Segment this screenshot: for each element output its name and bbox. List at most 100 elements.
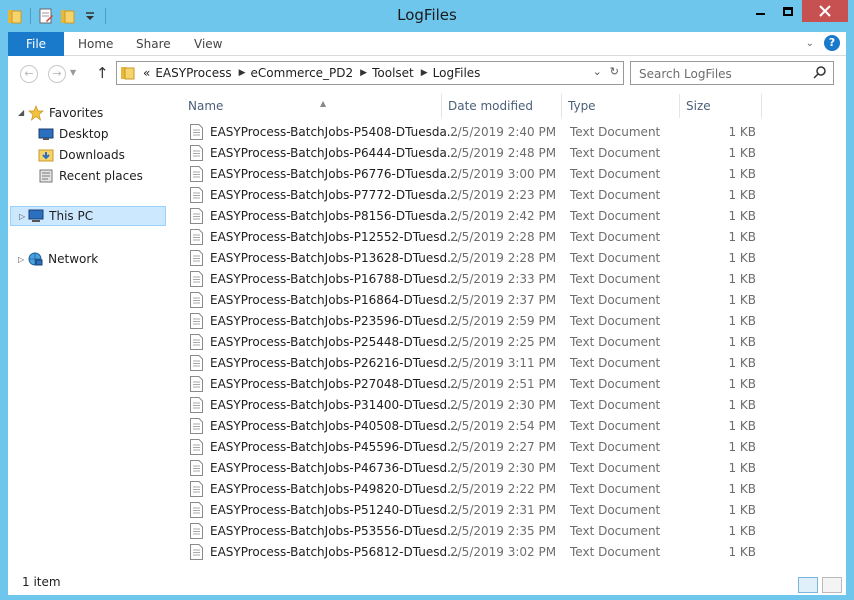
file-date-modified: 2/5/2019 2:48 PM [450, 146, 557, 160]
breadcrumb-chevron-icon[interactable]: ▶ [360, 68, 367, 78]
file-type: Text Document [570, 356, 661, 370]
maximize-button[interactable] [774, 0, 802, 22]
file-name: EASYProcess-BatchJobs-P25448-DTuesd... [210, 335, 459, 349]
address-dropdown-icon[interactable]: ⌄ [593, 65, 602, 78]
file-name: EASYProcess-BatchJobs-P6444-DTuesda... [210, 146, 459, 160]
file-row[interactable]: EASYProcess-BatchJobs-P16864-DTuesd... 2… [184, 290, 784, 311]
file-row[interactable]: EASYProcess-BatchJobs-P12552-DTuesd... 2… [184, 227, 784, 248]
file-type: Text Document [570, 230, 661, 244]
file-name: EASYProcess-BatchJobs-P31400-DTuesd... [210, 398, 459, 412]
file-row[interactable]: EASYProcess-BatchJobs-P7772-DTuesda... 2… [184, 185, 784, 206]
file-row[interactable]: EASYProcess-BatchJobs-P31400-DTuesd... 2… [184, 395, 784, 416]
file-date-modified: 2/5/2019 2:31 PM [450, 503, 557, 517]
close-button[interactable] [802, 0, 848, 22]
file-row[interactable]: EASYProcess-BatchJobs-P26216-DTuesd... 2… [184, 353, 784, 374]
file-date-modified: 2/5/2019 2:33 PM [450, 272, 557, 286]
breadcrumb-item[interactable]: LogFiles [433, 66, 481, 80]
file-row[interactable]: EASYProcess-BatchJobs-P56812-DTuesd... 2… [184, 542, 784, 563]
up-button[interactable]: ↑ [96, 64, 109, 82]
file-row[interactable]: EASYProcess-BatchJobs-P27048-DTuesd... 2… [184, 374, 784, 395]
file-size: 1 KB [728, 398, 756, 412]
refresh-icon[interactable]: ↻ [610, 65, 619, 78]
file-row[interactable]: EASYProcess-BatchJobs-P51240-DTuesd... 2… [184, 500, 784, 521]
file-row[interactable]: EASYProcess-BatchJobs-P6444-DTuesda... 2… [184, 143, 784, 164]
file-type: Text Document [570, 251, 661, 265]
file-name: EASYProcess-BatchJobs-P53556-DTuesd... [210, 524, 459, 538]
file-size: 1 KB [728, 524, 756, 538]
file-row[interactable]: EASYProcess-BatchJobs-P23596-DTuesd... 2… [184, 311, 784, 332]
tab-home[interactable]: Home [78, 32, 113, 56]
file-type: Text Document [570, 545, 661, 559]
file-date-modified: 2/5/2019 2:30 PM [450, 398, 557, 412]
large-icons-view-button[interactable] [822, 577, 842, 593]
file-size: 1 KB [728, 146, 756, 160]
column-header-name[interactable]: Name ▲ [182, 94, 442, 118]
column-header-type[interactable]: Type [562, 94, 680, 118]
close-icon [819, 5, 831, 17]
file-row[interactable]: EASYProcess-BatchJobs-P25448-DTuesd... 2… [184, 332, 784, 353]
folder-icon [121, 67, 135, 80]
details-view-button[interactable] [798, 577, 818, 593]
recent-locations-icon[interactable]: ▼ [70, 68, 76, 77]
minimize-button[interactable] [746, 0, 774, 22]
file-row[interactable]: EASYProcess-BatchJobs-P49820-DTuesd... 2… [184, 479, 784, 500]
forward-button[interactable]: → [48, 65, 66, 83]
window-controls [746, 0, 848, 22]
file-type: Text Document [570, 419, 661, 433]
minimize-icon [755, 13, 765, 15]
column-header-size[interactable]: Size [680, 94, 762, 118]
expand-icon[interactable]: ▷ [18, 255, 24, 264]
nav-network[interactable]: ▷ Network [18, 249, 98, 269]
file-row[interactable]: EASYProcess-BatchJobs-P16788-DTuesd... 2… [184, 269, 784, 290]
breadcrumb-item[interactable]: EASYProcess [155, 66, 231, 80]
file-date-modified: 2/5/2019 2:54 PM [450, 419, 557, 433]
expand-icon[interactable]: ▷ [19, 212, 25, 221]
file-row[interactable]: EASYProcess-BatchJobs-P8156-DTuesda... 2… [184, 206, 784, 227]
file-row[interactable]: EASYProcess-BatchJobs-P6776-DTuesda... 2… [184, 164, 784, 185]
nav-recent-places[interactable]: Recent places [38, 166, 143, 186]
breadcrumb-overflow[interactable]: « [143, 66, 150, 80]
back-button[interactable]: ← [20, 65, 38, 83]
file-size: 1 KB [728, 545, 756, 559]
breadcrumb-chevron-icon[interactable]: ▶ [421, 68, 428, 78]
file-row[interactable]: EASYProcess-BatchJobs-P13628-DTuesd... 2… [184, 248, 784, 269]
help-icon[interactable]: ? [824, 35, 840, 51]
search-icon[interactable] [813, 65, 827, 79]
breadcrumb-chevron-icon[interactable]: ▶ [239, 68, 246, 78]
breadcrumb-item[interactable]: eCommerce_PD2 [251, 66, 354, 80]
file-date-modified: 2/5/2019 2:40 PM [450, 125, 557, 139]
nav-downloads[interactable]: Downloads [38, 145, 125, 165]
text-file-icon [190, 397, 203, 413]
file-name: EASYProcess-BatchJobs-P13628-DTuesd... [210, 251, 459, 265]
file-size: 1 KB [728, 251, 756, 265]
navigation-pane: ◢ Favorites Desktop Downloads Recent pla… [8, 92, 168, 567]
nav-favorites[interactable]: Favorites [28, 103, 103, 123]
file-date-modified: 2/5/2019 3:11 PM [450, 356, 557, 370]
status-bar: 1 item [8, 567, 846, 595]
file-list: EASYProcess-BatchJobs-P5408-DTuesda... 2… [184, 122, 784, 563]
tab-file[interactable]: File [8, 32, 64, 56]
collapse-icon[interactable]: ◢ [18, 108, 24, 117]
expand-ribbon-icon[interactable]: ⌄ [806, 38, 814, 49]
file-size: 1 KB [728, 188, 756, 202]
text-file-icon [190, 166, 203, 182]
address-bar[interactable]: « EASYProcess ▶ eCommerce_PD2 ▶ Toolset … [116, 61, 624, 85]
file-name: EASYProcess-BatchJobs-P51240-DTuesd... [210, 503, 459, 517]
file-type: Text Document [570, 146, 661, 160]
file-name: EASYProcess-BatchJobs-P7772-DTuesda... [210, 188, 459, 202]
column-header-date[interactable]: Date modified [442, 94, 562, 118]
nav-desktop[interactable]: Desktop [38, 124, 109, 144]
file-row[interactable]: EASYProcess-BatchJobs-P45596-DTuesd... 2… [184, 437, 784, 458]
search-box[interactable]: Search LogFiles [630, 61, 834, 85]
tab-view[interactable]: View [194, 32, 222, 56]
text-file-icon [190, 313, 203, 329]
file-row[interactable]: EASYProcess-BatchJobs-P40508-DTuesd... 2… [184, 416, 784, 437]
file-row[interactable]: EASYProcess-BatchJobs-P53556-DTuesd... 2… [184, 521, 784, 542]
text-file-icon [190, 439, 203, 455]
desktop-icon [38, 128, 54, 140]
file-row[interactable]: EASYProcess-BatchJobs-P5408-DTuesda... 2… [184, 122, 784, 143]
nav-this-pc[interactable]: ▷ This PC [10, 206, 166, 226]
tab-share[interactable]: Share [136, 32, 171, 56]
file-row[interactable]: EASYProcess-BatchJobs-P46736-DTuesd... 2… [184, 458, 784, 479]
breadcrumb-item[interactable]: Toolset [372, 66, 414, 80]
